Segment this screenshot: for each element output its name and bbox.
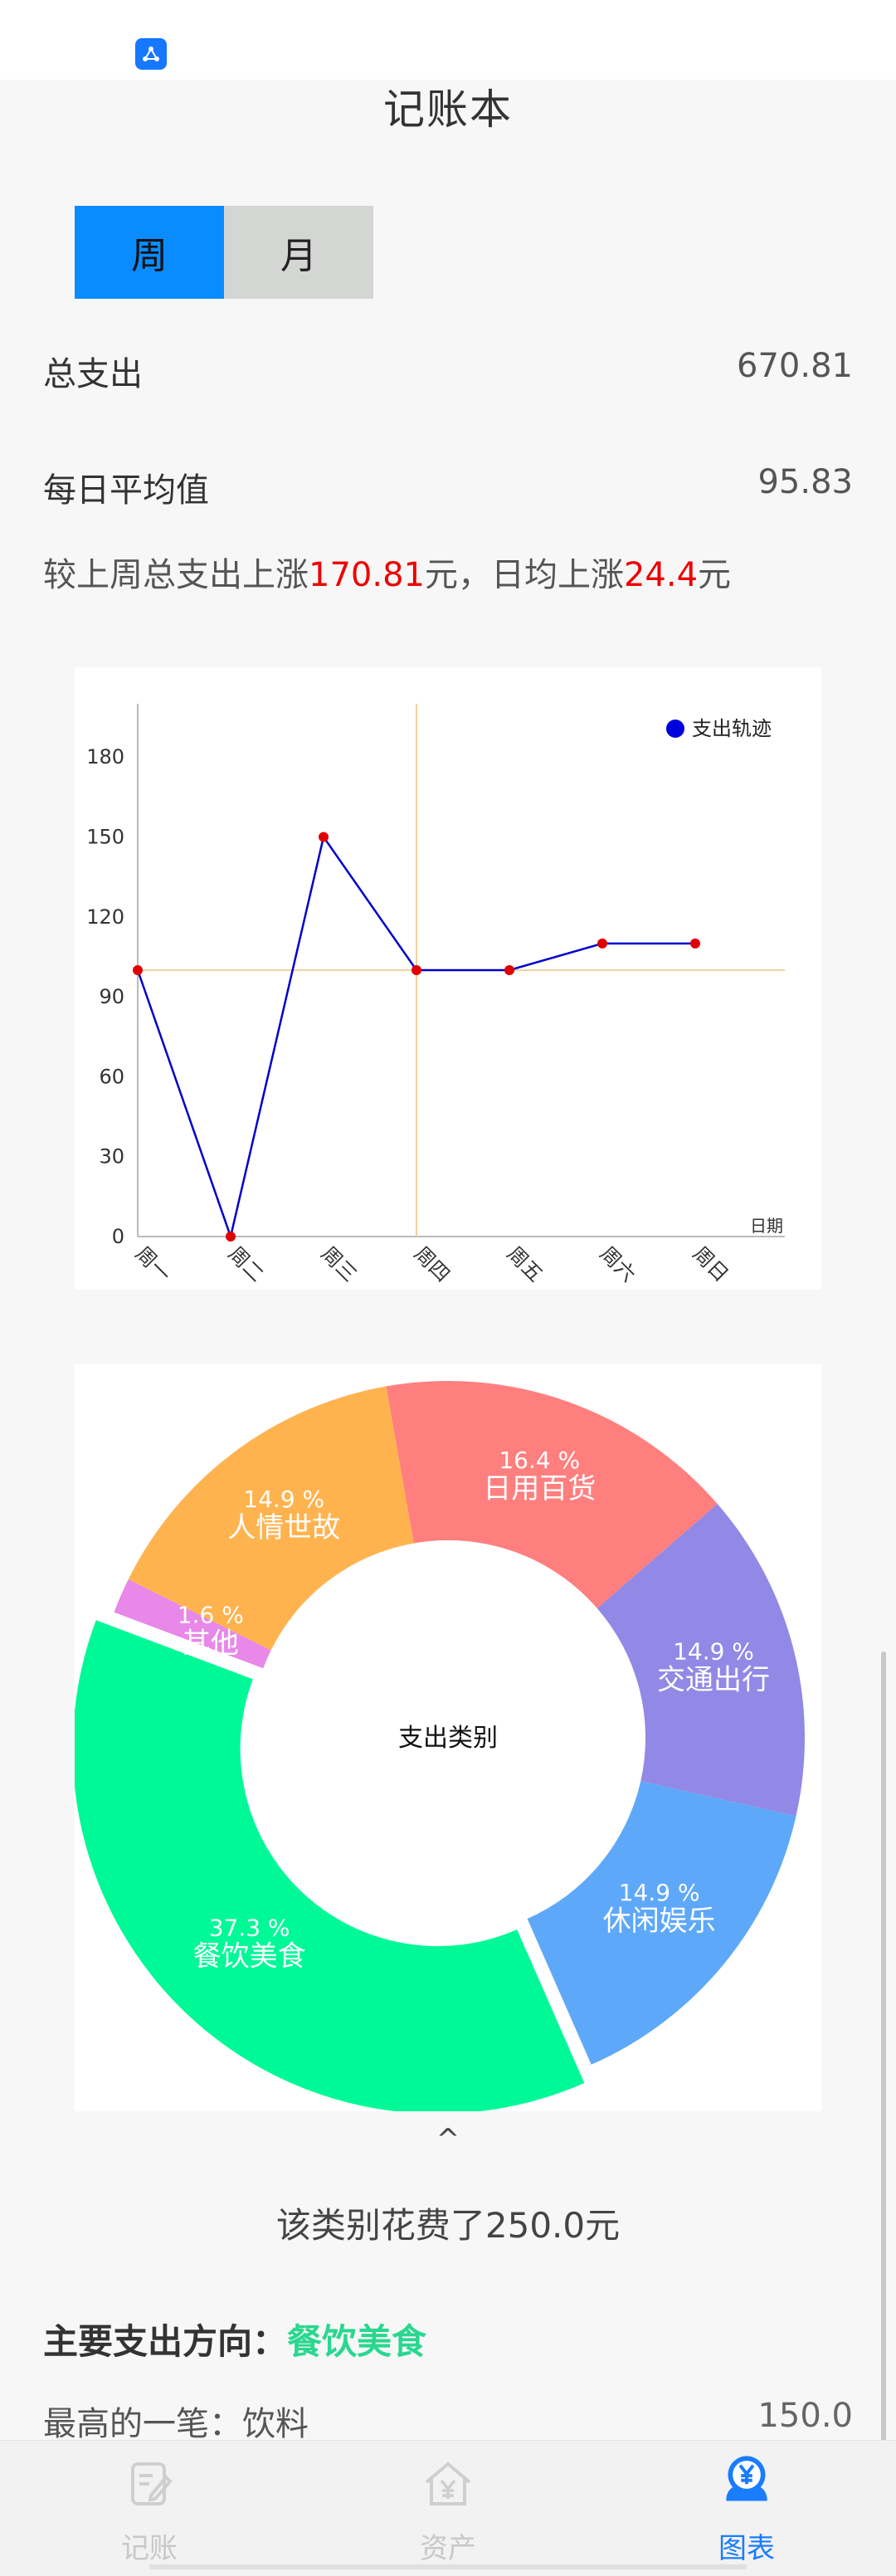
note-edit-icon (131, 2462, 173, 2505)
y-tick-label: 0 (112, 1225, 124, 1248)
daily-average-label: 每日平均值 (43, 471, 209, 510)
expand-caret-icon[interactable]: ^ (0, 2123, 896, 2156)
main-expense-direction: 主要支出方向：餐饮美食 (43, 2321, 427, 2362)
data-point (133, 965, 143, 975)
tab-label: 图表 (718, 2532, 775, 2565)
yuan-badge-icon (726, 2456, 767, 2501)
x-tick-label: 周六 (596, 1242, 640, 1286)
category-pie-card: 支出类别 16.4 % 日用百货 14.9 % 交通出行 14.9 % 休闲娱乐 37.3 %… (72, 1364, 821, 2115)
bottom-tab-bar: 记账 资产 图表 (0, 2440, 896, 2576)
slice-category-label: 日用百货 (483, 1472, 596, 1505)
daily-average-value: 95.83 (757, 463, 853, 501)
compare-total-increase: 170.81 (309, 556, 425, 594)
scrollbar[interactable] (881, 1651, 886, 2448)
week-comparison-text: 较上周总支出上涨170.81元，日均上涨24.4元 (43, 556, 732, 594)
weekly-line-chart[interactable]: 0 30 60 90 120 150 180 周一 周二 周三 周四 周五 周六 周日日期 支出轨迹 (75, 667, 821, 1290)
data-point (690, 938, 700, 949)
x-tick-label: 周四 (410, 1242, 455, 1286)
tab-week[interactable]: 周 (75, 206, 224, 299)
pie-center-label: 支出类别 (398, 1724, 498, 1753)
page-title: 记账本 (383, 85, 513, 134)
tab-bookkeeping[interactable]: 记账 (0, 2441, 299, 2576)
category-donut-chart[interactable]: 支出类别16.4 %日用百货14.9 %交通出行14.9 %休闲娱乐37.3 %… (72, 1364, 821, 2115)
y-tick-label: 30 (99, 1145, 124, 1168)
y-tick-label: 180 (86, 745, 124, 768)
slice-category-label: 交通出行 (657, 1663, 770, 1696)
y-tick-label: 60 (99, 1065, 124, 1088)
x-tick-label: 周五 (503, 1242, 548, 1286)
data-point (319, 832, 329, 842)
slice-percent-label: 37.3 % (209, 1915, 290, 1942)
data-point (226, 1232, 236, 1242)
x-tick-label: 周日 (689, 1242, 733, 1286)
max-expense-label: 最高的一笔：饮料 (43, 2405, 309, 2443)
slice-category-label: 餐饮美食 (193, 1940, 306, 1973)
y-tick-label: 150 (86, 826, 124, 849)
slice-category-label: 其他 (183, 1627, 239, 1661)
data-point (597, 938, 607, 949)
x-tick-label: 周二 (224, 1242, 269, 1286)
slice-category-label: 休闲娱乐 (603, 1905, 716, 1938)
compare-avg-increase: 24.4 (623, 556, 699, 594)
slice-percent-label: 1.6 % (178, 1602, 244, 1629)
max-expense-value: 150.0 (757, 2397, 853, 2435)
nav-indicator (548, 2564, 747, 2569)
y-tick-label: 90 (99, 985, 124, 1008)
data-point (411, 965, 421, 975)
legend-label: 支出轨迹 (692, 717, 772, 740)
tab-label: 资产 (420, 2532, 476, 2565)
selected-category-spend: 该类别花费了250.0元 (275, 2205, 621, 2246)
x-tick-label: 周三 (317, 1242, 362, 1286)
weekly-line-chart-card: 0 30 60 90 120 150 180 周一 周二 周三 周四 周五 周六 周日 日期 支出轨迹 (75, 667, 821, 1290)
tab-charts[interactable]: 图表 (597, 2441, 896, 2576)
total-expense-value: 670.81 (737, 347, 853, 385)
slice-percent-label: 16.4 % (499, 1447, 580, 1474)
nav-indicator (149, 2564, 348, 2569)
slice-percent-label: 14.9 % (619, 1879, 700, 1906)
slice-category-label: 人情世故 (227, 1511, 340, 1544)
yuan-house-icon (425, 2461, 471, 2505)
app-notification-icon (135, 38, 167, 70)
slice-percent-label: 14.9 % (243, 1486, 324, 1513)
tab-assets[interactable]: 资产 (299, 2441, 597, 2576)
legend-dot (666, 720, 684, 738)
status-bar (0, 0, 896, 80)
data-point (504, 965, 514, 975)
total-expense-label: 总支出 (43, 355, 143, 393)
x-axis-title: 日期 (750, 1216, 783, 1236)
y-tick-label: 120 (86, 905, 124, 929)
x-tick-label: 周一 (131, 1242, 176, 1286)
slice-percent-label: 14.9 % (673, 1637, 754, 1665)
main-direction-value: 餐饮美食 (287, 2321, 427, 2362)
nav-indicator (348, 2564, 548, 2569)
tab-month[interactable]: 月 (224, 206, 373, 299)
tab-label: 记账 (121, 2532, 178, 2565)
